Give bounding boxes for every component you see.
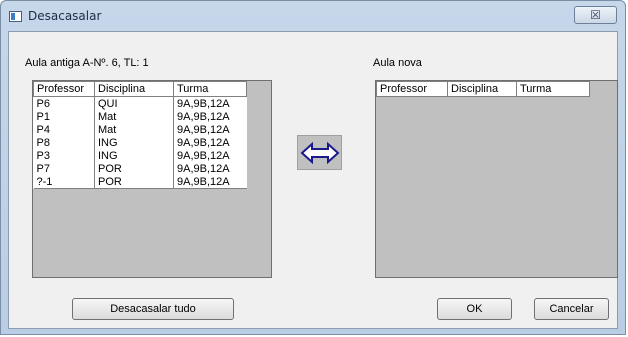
close-icon: ☒ <box>590 8 601 22</box>
table-row[interactable]: P3 ING 9A,9B,12A <box>34 149 247 162</box>
cell-turma: 9A,9B,12A <box>173 110 247 123</box>
old-lesson-grid[interactable]: Professor Disciplina Turma P6 QUI 9A,9B,12… <box>32 80 272 278</box>
ok-button[interactable]: OK <box>437 298 512 320</box>
cell-disciplina: Mat <box>94 110 174 123</box>
cell-professor: P8 <box>36 136 50 149</box>
column-header-professor[interactable]: Professor <box>33 81 95 97</box>
swap-button[interactable] <box>297 135 342 170</box>
old-lesson-table: Professor Disciplina Turma P6 QUI 9A,9B,12… <box>33 81 247 189</box>
new-lesson-label: Aula nova <box>373 57 422 69</box>
cell-turma: 9A,9B,12A <box>173 136 247 149</box>
table-row[interactable]: P1 Mat 9A,9B,12A <box>34 110 247 123</box>
table-row[interactable]: ?-1 POR 9A,9B,12A <box>33 175 247 189</box>
cell-disciplina: POR <box>94 162 174 175</box>
cell-professor: P3 <box>36 149 50 162</box>
new-lesson-grid[interactable]: Professor Disciplina Turma <box>375 80 618 278</box>
table-header-row: Professor Disciplina Turma <box>33 81 247 97</box>
old-lesson-label: Aula antiga A-Nº. 6, TL: 1 <box>25 57 149 69</box>
cell-turma: 9A,9B,12A <box>173 175 247 189</box>
cell-disciplina: ING <box>94 136 174 149</box>
close-button[interactable]: ☒ <box>574 6 617 24</box>
table-row[interactable]: P8 ING 9A,9B,12A <box>34 136 247 149</box>
column-header-professor[interactable]: Professor <box>376 81 448 97</box>
table-header-row: Professor Disciplina Turma <box>376 81 590 97</box>
uncouple-all-button[interactable]: Desacasalar tudo <box>72 298 234 320</box>
dialog-window: Desacasalar ☒ Aula antiga A-Nº. 6, TL: 1… <box>0 0 626 335</box>
cell-turma: 9A,9B,12A <box>173 123 247 136</box>
table-row[interactable]: P4 Mat 9A,9B,12A <box>34 123 247 136</box>
column-header-turma[interactable]: Turma <box>516 81 590 97</box>
cell-turma: 9A,9B,12A <box>173 162 247 175</box>
cancel-button[interactable]: Cancelar <box>534 298 609 320</box>
title-bar[interactable]: Desacasalar ☒ <box>1 1 625 31</box>
cell-professor: P1 <box>36 110 50 123</box>
cell-professor: P4 <box>36 123 50 136</box>
cell-disciplina: QUI <box>94 96 174 110</box>
cell-disciplina: Mat <box>94 123 174 136</box>
table-row[interactable]: P7 POR 9A,9B,12A <box>34 162 247 175</box>
window-title: Desacasalar <box>28 9 102 23</box>
column-header-turma[interactable]: Turma <box>173 81 247 97</box>
cell-professor: P7 <box>36 162 50 175</box>
table-row[interactable]: P6 QUI 9A,9B,12A <box>34 96 247 110</box>
cell-disciplina: POR <box>94 175 174 189</box>
column-header-disciplina[interactable]: Disciplina <box>94 81 174 97</box>
app-icon <box>9 11 22 22</box>
new-lesson-table: Professor Disciplina Turma <box>376 81 590 97</box>
cell-turma: 9A,9B,12A <box>173 96 247 110</box>
cell-disciplina: ING <box>94 149 174 162</box>
cell-professor: ?-1 <box>33 175 95 189</box>
swap-arrows-icon <box>300 141 339 164</box>
cell-turma: 9A,9B,12A <box>173 149 247 162</box>
column-header-disciplina[interactable]: Disciplina <box>447 81 517 97</box>
dialog-body: Aula antiga A-Nº. 6, TL: 1 Professor Dis… <box>8 31 618 329</box>
cell-professor: P6 <box>36 97 50 110</box>
